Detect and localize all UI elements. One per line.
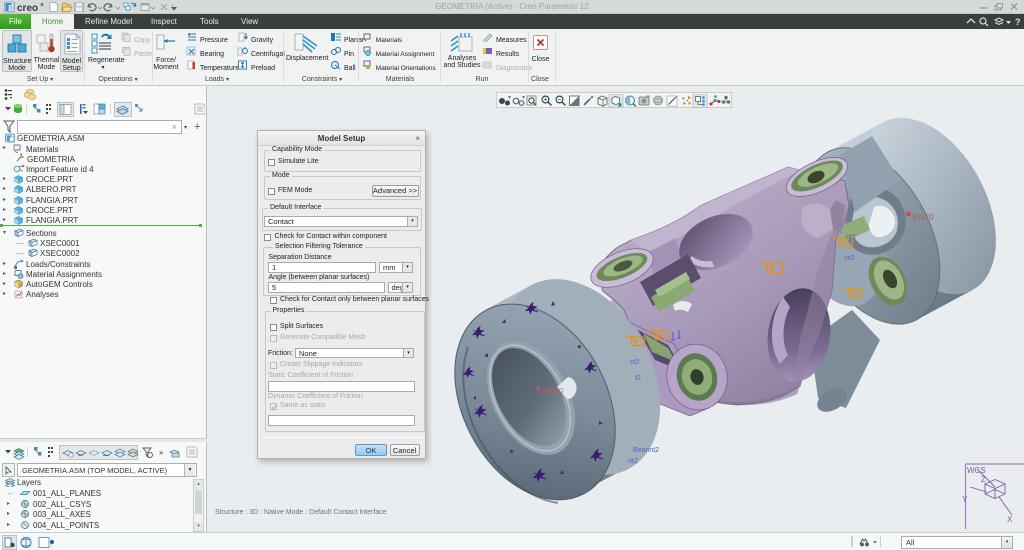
svg-text:Bearint2: Bearint2 — [633, 447, 659, 454]
svg-text:nt2: nt2 — [845, 255, 855, 262]
svg-text:X: X — [1007, 515, 1013, 524]
svg-text:Z: Z — [981, 475, 986, 484]
svg-text:xt2: xt2 — [630, 359, 639, 366]
svg-text:PNT0: PNT0 — [913, 213, 934, 222]
svg-text:nt2: nt2 — [628, 458, 638, 465]
svg-text:»: » — [159, 448, 164, 457]
svg-text:WCS: WCS — [967, 466, 986, 475]
svg-text:t2: t2 — [635, 375, 641, 382]
svg-text:Y: Y — [962, 495, 968, 504]
svg-text:?: ? — [1015, 17, 1021, 27]
svg-text:nt2: nt2 — [846, 234, 856, 241]
svg-text:PNT0: PNT0 — [543, 387, 564, 396]
